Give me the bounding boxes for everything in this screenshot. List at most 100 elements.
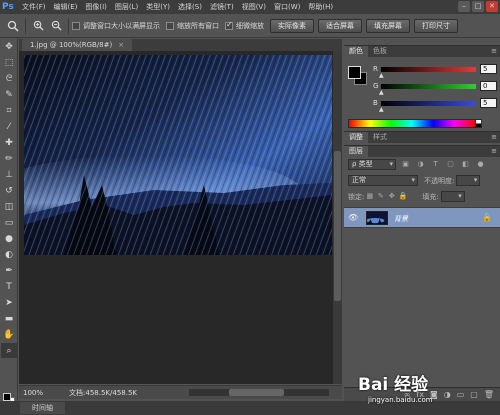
menu-layer[interactable]: 图层(L) bbox=[111, 0, 142, 14]
zoom-out-icon[interactable] bbox=[47, 18, 65, 34]
close-tab-icon[interactable]: × bbox=[118, 41, 124, 49]
zoom-all-windows-label: 缩放所有窗口 bbox=[177, 21, 219, 30]
menu-filter[interactable]: 滤镜(T) bbox=[206, 0, 238, 14]
filter-toggle-icon[interactable]: ● bbox=[475, 159, 486, 170]
gradient-tool-icon[interactable]: ▭ bbox=[1, 215, 17, 230]
color-spectrum-bar[interactable] bbox=[348, 119, 476, 128]
zoom-all-windows-checkbox[interactable]: 缩放所有窗口 bbox=[166, 21, 219, 31]
lock-image-icon[interactable]: ✎ bbox=[375, 191, 386, 202]
shape-tool-icon[interactable]: ▬ bbox=[1, 311, 17, 326]
red-value-input[interactable]: 5 bbox=[480, 64, 497, 74]
filter-pixel-icon[interactable]: ▣ bbox=[400, 159, 411, 170]
lock-transparent-icon[interactable]: ▦ bbox=[364, 191, 375, 202]
panel-menu-icon[interactable]: ≡ bbox=[491, 147, 497, 155]
menu-image[interactable]: 图像(I) bbox=[81, 0, 111, 14]
timeline-tab[interactable]: 时间轴 bbox=[20, 402, 65, 414]
path-selection-tool-icon[interactable]: ➤ bbox=[1, 295, 17, 310]
document-info[interactable]: 文档:458.5K/458.5K bbox=[69, 388, 137, 398]
eraser-tool-icon[interactable]: ◫ bbox=[1, 199, 17, 214]
fill-screen-button[interactable]: 填充屏幕 bbox=[366, 18, 410, 33]
document-tab[interactable]: 1.jpg @ 100%(RGB/8#) × bbox=[22, 39, 133, 51]
menu-view[interactable]: 视图(V) bbox=[238, 0, 270, 14]
foreground-color-swatch[interactable] bbox=[348, 66, 361, 79]
clone-stamp-tool-icon[interactable]: ⊥ bbox=[1, 167, 17, 182]
zoom-level-field[interactable]: 100% bbox=[19, 389, 47, 397]
slider-thumb-icon[interactable]: ▲ bbox=[379, 106, 384, 113]
actual-pixels-button[interactable]: 实际像素 bbox=[270, 18, 314, 33]
visibility-eye-icon[interactable]: 👁 bbox=[348, 213, 358, 223]
move-tool-icon[interactable]: ✥ bbox=[1, 39, 17, 54]
resize-windows-checkbox[interactable]: 调整窗口大小以满屏显示 bbox=[72, 21, 160, 31]
panel-menu-icon[interactable]: ≡ bbox=[491, 133, 497, 141]
blue-channel-slider[interactable] bbox=[381, 101, 476, 106]
pen-tool-icon[interactable]: ✒ bbox=[1, 263, 17, 278]
print-size-button[interactable]: 打印尺寸 bbox=[414, 18, 458, 33]
document-image[interactable] bbox=[24, 55, 332, 255]
tab-swatches[interactable]: 色板 bbox=[368, 46, 392, 57]
menu-help[interactable]: 帮助(H) bbox=[304, 0, 337, 14]
filter-type-icon[interactable]: T bbox=[430, 159, 441, 170]
horizontal-scrollbar[interactable] bbox=[189, 389, 329, 396]
checkbox-box[interactable] bbox=[225, 20, 233, 30]
red-channel-slider[interactable] bbox=[381, 67, 476, 72]
blue-channel-label: B bbox=[373, 99, 378, 107]
foreground-color-swatch[interactable] bbox=[3, 393, 11, 401]
blend-mode-dropdown[interactable]: 正常 bbox=[348, 175, 418, 186]
close-button[interactable]: ✕ bbox=[486, 1, 498, 12]
hand-tool-icon[interactable]: ✋ bbox=[1, 327, 17, 342]
horizontal-scroll-thumb[interactable] bbox=[229, 389, 284, 396]
filter-kind-dropdown[interactable]: ρ 类型 bbox=[348, 159, 396, 170]
blur-tool-icon[interactable]: ● bbox=[1, 231, 17, 246]
menu-select[interactable]: 选择(S) bbox=[174, 0, 206, 14]
tab-adjustments[interactable]: 调整 bbox=[344, 132, 368, 143]
tab-styles[interactable]: 样式 bbox=[368, 132, 392, 143]
panel-menu-icon[interactable]: ≡ bbox=[491, 47, 497, 55]
lock-fill-row: 锁定: ▦ ✎ ✥ 🔒 填充: bbox=[344, 191, 500, 202]
dodge-tool-icon[interactable]: ◐ bbox=[1, 247, 17, 262]
green-channel-slider[interactable] bbox=[381, 84, 476, 89]
checkbox-box[interactable] bbox=[72, 21, 80, 30]
filter-shape-icon[interactable]: ▢ bbox=[445, 159, 456, 170]
green-value-input[interactable]: 0 bbox=[480, 81, 497, 91]
marquee-tool-icon[interactable]: ⬚ bbox=[1, 55, 17, 70]
vertical-scroll-thumb[interactable] bbox=[334, 151, 341, 301]
history-brush-tool-icon[interactable]: ↺ bbox=[1, 183, 17, 198]
lock-label: 锁定: bbox=[348, 192, 365, 201]
fill-field[interactable] bbox=[440, 191, 465, 202]
tab-color[interactable]: 颜色 bbox=[344, 46, 368, 57]
fit-screen-button[interactable]: 适合屏幕 bbox=[318, 18, 362, 33]
lock-position-icon[interactable]: ✥ bbox=[386, 191, 397, 202]
eyedropper-tool-icon[interactable]: ⁄ bbox=[1, 119, 17, 134]
crop-tool-icon[interactable]: ⌗ bbox=[1, 103, 17, 118]
menu-file[interactable]: 文件(F) bbox=[18, 0, 50, 14]
brush-tool-icon[interactable]: ✏ bbox=[1, 151, 17, 166]
slider-thumb-icon[interactable]: ▲ bbox=[379, 72, 384, 79]
zoom-tool-icon[interactable]: ⌕ bbox=[1, 343, 17, 358]
blue-value-input[interactable]: 5 bbox=[480, 98, 497, 108]
type-tool-icon[interactable]: T bbox=[1, 279, 17, 294]
minimize-button[interactable]: – bbox=[458, 1, 470, 12]
tab-layers[interactable]: 图层 bbox=[344, 146, 368, 157]
separator bbox=[68, 17, 69, 34]
filter-adjustment-icon[interactable]: ◑ bbox=[415, 159, 426, 170]
scrubby-zoom-checkbox[interactable]: 细微缩放 bbox=[225, 20, 264, 31]
lasso-tool-icon[interactable]: ᘓ bbox=[1, 71, 17, 86]
opacity-field[interactable] bbox=[456, 175, 481, 186]
checkbox-box[interactable] bbox=[166, 21, 174, 30]
menu-window[interactable]: 窗口(W) bbox=[270, 0, 304, 14]
zoom-tool-preset-icon[interactable] bbox=[4, 18, 22, 34]
lock-all-icon[interactable]: 🔒 bbox=[397, 191, 408, 202]
black-white-ramp[interactable] bbox=[475, 119, 482, 128]
vertical-scrollbar[interactable] bbox=[333, 51, 342, 384]
layer-name[interactable]: 背景 bbox=[394, 214, 408, 224]
healing-brush-tool-icon[interactable]: ✚ bbox=[1, 135, 17, 150]
window-controls: – □ ✕ bbox=[458, 1, 498, 12]
slider-thumb-icon[interactable]: ▲ bbox=[379, 89, 384, 96]
menu-type[interactable]: 类型(Y) bbox=[142, 0, 174, 14]
menu-edit[interactable]: 编辑(E) bbox=[50, 0, 82, 14]
layer-row-background[interactable]: 👁 背景 🔒 bbox=[344, 207, 500, 228]
zoom-in-icon[interactable] bbox=[29, 18, 47, 34]
quick-select-tool-icon[interactable]: ✎ bbox=[1, 87, 17, 102]
filter-smart-object-icon[interactable]: ◧ bbox=[460, 159, 471, 170]
maximize-button[interactable]: □ bbox=[472, 1, 484, 12]
